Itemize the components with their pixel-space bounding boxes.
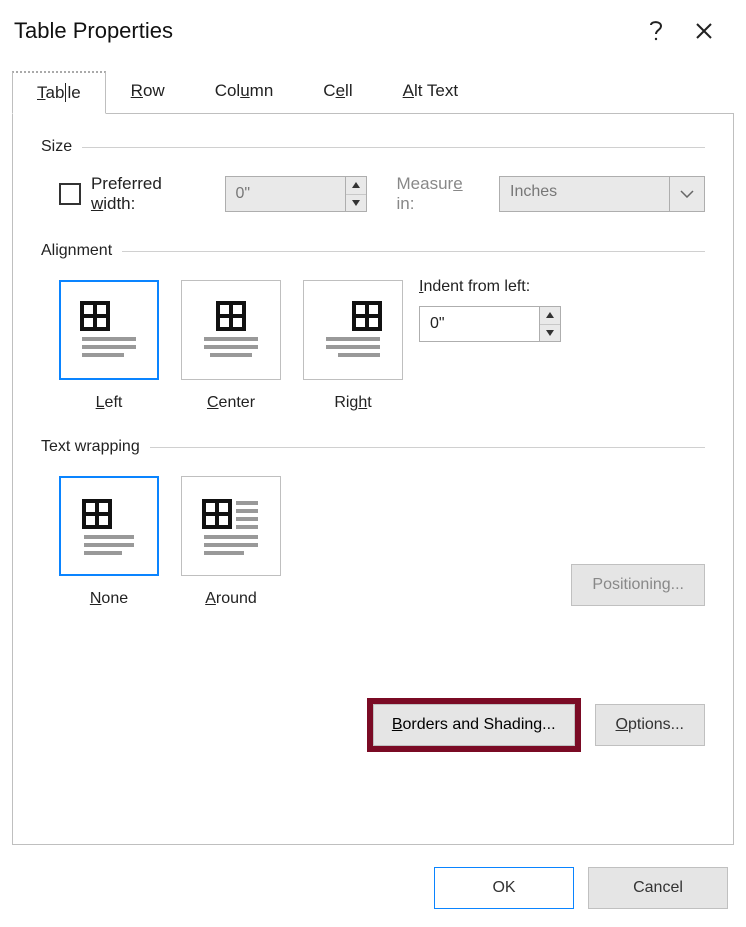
alignment-heading: Alignment [41, 242, 705, 260]
tab-strip: Table Row Column Cell Alt Text [0, 58, 746, 113]
wrap-around-icon [196, 491, 266, 561]
alignment-left-label: Left [59, 394, 159, 412]
wrapping-none-item: None [59, 476, 159, 608]
wrapping-heading-label: Text wrapping [41, 438, 140, 456]
chevron-down-icon [546, 330, 554, 336]
wrapping-around-item: Around [181, 476, 281, 608]
preferred-width-label: Preferred width: [91, 174, 211, 214]
measure-in-value: Inches [499, 176, 669, 212]
wrapping-around-label: Around [181, 590, 281, 608]
indent-from-left-label: Indent from left: [419, 278, 561, 296]
alignment-right-item: Right [303, 280, 403, 412]
wrapping-around-button[interactable] [181, 476, 281, 576]
tab-table[interactable]: Table [12, 71, 106, 114]
dialog-footer: OK Cancel [0, 857, 746, 927]
positioning-button[interactable]: Positioning... [571, 564, 705, 606]
tab-alt-text[interactable]: Alt Text [378, 70, 483, 113]
alignment-center-button[interactable] [181, 280, 281, 380]
align-center-icon [196, 295, 266, 365]
indent-from-left-area: Indent from left: [419, 278, 561, 342]
help-button[interactable] [632, 14, 680, 48]
tab-cell[interactable]: Cell [298, 70, 377, 113]
wrapping-row: None [41, 474, 705, 608]
tab-panel: Size Preferred width: Measure in: Inches [12, 113, 734, 845]
options-button[interactable]: Options... [595, 704, 705, 746]
close-button[interactable] [680, 14, 728, 48]
chevron-down-icon [680, 190, 694, 198]
align-right-icon [318, 295, 388, 365]
table-properties-dialog: Table Properties Table Row Column Cell A… [0, 0, 746, 927]
preferred-width-checkbox[interactable] [59, 183, 81, 205]
preferred-width-row: Preferred width: Measure in: Inches [41, 174, 705, 214]
size-heading-label: Size [41, 138, 72, 156]
chevron-up-icon [352, 182, 360, 188]
indent-from-left-spinbox[interactable] [419, 306, 561, 342]
alignment-center-label: Center [181, 394, 281, 412]
preferred-width-spinbox[interactable] [225, 176, 367, 212]
borders-and-shading-button[interactable]: Borders and Shading... [373, 704, 575, 746]
alignment-row: Left Center [41, 278, 705, 412]
titlebar: Table Properties [0, 0, 746, 58]
wrapping-options: None [59, 476, 281, 608]
alignment-options: Left Center [59, 280, 403, 412]
indent-step-down[interactable] [540, 324, 560, 342]
chevron-up-icon [546, 312, 554, 318]
alignment-heading-label: Alignment [41, 242, 112, 260]
chevron-down-icon [352, 200, 360, 206]
cancel-button[interactable]: Cancel [588, 867, 728, 909]
wrapping-none-label: None [59, 590, 159, 608]
tab-column[interactable]: Column [190, 70, 299, 113]
wrap-none-icon [74, 491, 144, 561]
align-left-icon [74, 295, 144, 365]
panel-button-row: Borders and Shading... Options... [41, 698, 705, 752]
wrapping-none-button[interactable] [59, 476, 159, 576]
preferred-width-step-down[interactable] [346, 194, 366, 212]
preferred-width-input[interactable] [225, 176, 345, 212]
measure-in-select[interactable]: Inches [499, 176, 705, 212]
tab-row[interactable]: Row [106, 70, 190, 113]
help-icon [648, 19, 664, 43]
alignment-center-item: Center [181, 280, 281, 412]
borders-highlight: Borders and Shading... [367, 698, 581, 752]
indent-from-left-input[interactable] [419, 306, 539, 342]
measure-in-label: Measure in: [397, 174, 486, 214]
ok-button[interactable]: OK [434, 867, 574, 909]
indent-step-up[interactable] [540, 307, 560, 324]
close-icon [695, 22, 713, 40]
measure-in-dropdown-button[interactable] [669, 176, 705, 212]
wrapping-heading: Text wrapping [41, 438, 705, 456]
size-heading: Size [41, 138, 705, 156]
dialog-title: Table Properties [14, 18, 632, 44]
alignment-right-button[interactable] [303, 280, 403, 380]
alignment-right-label: Right [303, 394, 403, 412]
preferred-width-step-up[interactable] [346, 177, 366, 194]
alignment-left-item: Left [59, 280, 159, 412]
alignment-left-button[interactable] [59, 280, 159, 380]
